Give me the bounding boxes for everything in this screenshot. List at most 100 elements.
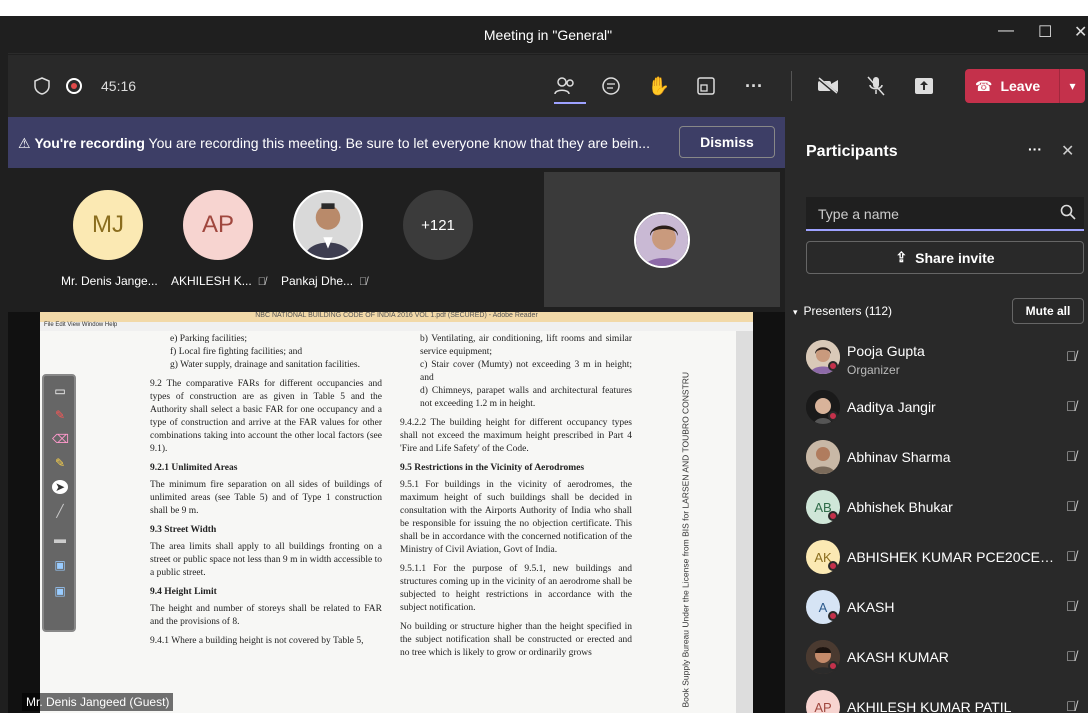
mic-off-icon: 🎙̸: [1066, 348, 1077, 364]
mute-all-button[interactable]: Mute all: [1012, 298, 1084, 324]
participant-name: AKASH: [847, 599, 895, 615]
minimize-icon[interactable]: —: [998, 22, 1014, 40]
list-item[interactable]: AKASH KUMAR 🎙̸: [806, 633, 1088, 681]
pen-icon[interactable]: ✎: [52, 408, 68, 422]
share-screen-icon[interactable]: [912, 74, 936, 98]
list-item[interactable]: AB Abhishek Bhukar 🎙̸: [806, 483, 1088, 531]
camera-off-icon[interactable]: [816, 74, 840, 98]
select-window-icon[interactable]: ▭: [52, 384, 68, 398]
participants-panel: Participants ··· ✕ Type a name ⇪ Share i…: [785, 117, 1088, 713]
list-item: b) Ventilating, air conditioning, lift r…: [420, 334, 632, 357]
pdf-scrollbar[interactable]: [736, 331, 753, 713]
pdf-viewer-window[interactable]: NBC NATIONAL BUILDING CODE OF INDIA 2016…: [40, 312, 753, 713]
status-badge: [828, 361, 838, 371]
participant-name: Pankaj Dhe... 🎙̸: [281, 274, 368, 288]
list-item: c) Stair cover (Mumty) not exceeding 3 m…: [420, 360, 632, 383]
toolbar-divider: [791, 71, 792, 101]
screenshot-icon[interactable]: ▣: [52, 558, 68, 572]
pdf-column-right: b) Ventilating, air conditioning, lift r…: [400, 333, 632, 666]
person-photo-icon: [636, 214, 688, 266]
paragraph: 9.5.1 For buildings in the vicinity of a…: [400, 480, 632, 555]
avatar: AP: [806, 690, 840, 713]
laser-icon[interactable]: ╱: [52, 504, 68, 518]
close-icon[interactable]: ✕: [1061, 141, 1074, 161]
meeting-toolbar: 45:16 ✋ ··· ☎ Leave ▾: [8, 55, 1088, 117]
section-heading: 9.5 Restrictions in the Vicinity of Aero…: [400, 463, 585, 473]
person-photo-icon: [295, 192, 361, 258]
search-input[interactable]: Type a name: [806, 197, 1084, 231]
more-participants-badge[interactable]: +121: [403, 190, 473, 260]
participant-name: AKASH KUMAR: [847, 649, 949, 665]
dismiss-button[interactable]: Dismiss: [679, 126, 775, 158]
presenters-section-header[interactable]: ▾ Presenters (112): [793, 304, 892, 318]
panel-title: Participants: [806, 143, 898, 160]
more-actions-icon[interactable]: ···: [742, 74, 766, 98]
maximize-icon[interactable]: ☐: [1038, 22, 1052, 42]
chevron-down-icon[interactable]: ▾: [1059, 69, 1085, 103]
paragraph: The area limits shall apply to all build…: [150, 542, 382, 578]
list-item[interactable]: A AKASH 🎙̸: [806, 583, 1088, 631]
capture-icon[interactable]: ▣: [52, 584, 68, 598]
list-item[interactable]: AP AKHILESH KUMAR PATIL 🎙̸: [806, 683, 1088, 713]
whiteboard-icon[interactable]: ▬: [52, 532, 68, 546]
participant-name: Aaditya Jangir: [847, 399, 936, 415]
mic-off-icon: 🎙̸: [1066, 498, 1077, 514]
highlighter-icon[interactable]: ✎: [52, 456, 68, 470]
avatar: [806, 440, 840, 474]
meeting-timer: 45:16: [101, 78, 137, 94]
list-item[interactable]: Pooja Gupta Organizer 🎙̸: [806, 333, 1088, 381]
close-icon[interactable]: ✕: [1074, 22, 1087, 42]
share-icon: ⇪: [895, 249, 908, 265]
rooms-icon[interactable]: [694, 74, 718, 98]
mic-off-icon: 🎙̸: [1066, 648, 1077, 664]
list-item[interactable]: AK ABHISHEK KUMAR PCE20CE800 ... 🎙̸: [806, 533, 1088, 581]
paragraph: 9.4.2.2 The building height for differen…: [400, 418, 632, 454]
search-placeholder: Type a name: [818, 206, 899, 222]
paragraph: The minimum fire separation on all sides…: [150, 480, 382, 516]
list-item: f) Local fire fighting facilities; and: [170, 347, 303, 357]
search-icon[interactable]: [1060, 204, 1076, 223]
mic-off-icon: 🎙̸: [359, 276, 368, 288]
list-item: g) Water supply, drainage and sanitation…: [170, 360, 360, 370]
status-badge: [828, 611, 838, 621]
pointer-icon[interactable]: ➤: [52, 480, 68, 494]
recording-indicator-icon: [66, 78, 82, 94]
section-heading: 9.3 Street Width: [150, 525, 217, 535]
pdf-page: e) Parking facilities; f) Local fire fig…: [40, 331, 736, 713]
annotation-toolbar: ▭ ✎ ⌫ ✎ ➤ ╱ ▬ ▣ ▣: [42, 374, 76, 632]
paragraph: No building or structure higher than the…: [400, 622, 632, 658]
list-item[interactable]: Aaditya Jangir 🎙̸: [806, 383, 1088, 431]
participant-name: Pooja Gupta: [847, 343, 925, 359]
share-invite-button[interactable]: ⇪ Share invite: [806, 241, 1084, 274]
phone-hangup-icon: ☎: [975, 77, 993, 94]
recording-banner-text: ⚠ You're recording You are recording thi…: [18, 135, 668, 152]
participant-name: Abhishek Bhukar: [847, 499, 953, 515]
shield-icon[interactable]: [30, 74, 54, 98]
leave-button[interactable]: ☎ Leave ▾: [965, 69, 1085, 103]
eraser-icon[interactable]: ⌫: [52, 432, 69, 446]
warning-icon: ⚠: [18, 135, 31, 151]
raise-hand-icon[interactable]: ✋: [647, 74, 671, 98]
mic-off-icon: 🎙̸: [1066, 398, 1077, 414]
participant-name: ABHISHEK KUMAR PCE20CE800 ...: [847, 549, 1057, 565]
paragraph: 9.4.1 Where a building height is not cov…: [150, 636, 364, 646]
mic-off-icon: 🎙̸: [1066, 548, 1077, 564]
status-badge: [828, 411, 838, 421]
mic-off-icon: 🎙̸: [1066, 598, 1077, 614]
avatar[interactable]: AP: [183, 190, 253, 260]
screen-share: NBC NATIONAL BUILDING CODE OF INDIA 2016…: [8, 312, 785, 713]
leave-label: Leave: [1000, 78, 1041, 94]
status-badge: [828, 661, 838, 671]
chat-icon[interactable]: [599, 74, 623, 98]
avatar[interactable]: [293, 190, 363, 260]
pdf-menu-bar: File Edit View Window Help: [40, 322, 753, 331]
list-item[interactable]: Abhinav Sharma 🎙̸: [806, 433, 1088, 481]
mic-off-icon: 🎙̸: [1066, 698, 1077, 713]
mic-off-icon[interactable]: [864, 74, 888, 98]
people-icon[interactable]: [553, 74, 577, 98]
recording-banner-message: You are recording this meeting. Be sure …: [148, 135, 650, 151]
video-tile[interactable]: [544, 172, 780, 307]
avatar[interactable]: MJ: [73, 190, 143, 260]
paragraph: The height and number of storeys shall b…: [150, 604, 382, 627]
more-options-icon[interactable]: ···: [1028, 141, 1042, 157]
